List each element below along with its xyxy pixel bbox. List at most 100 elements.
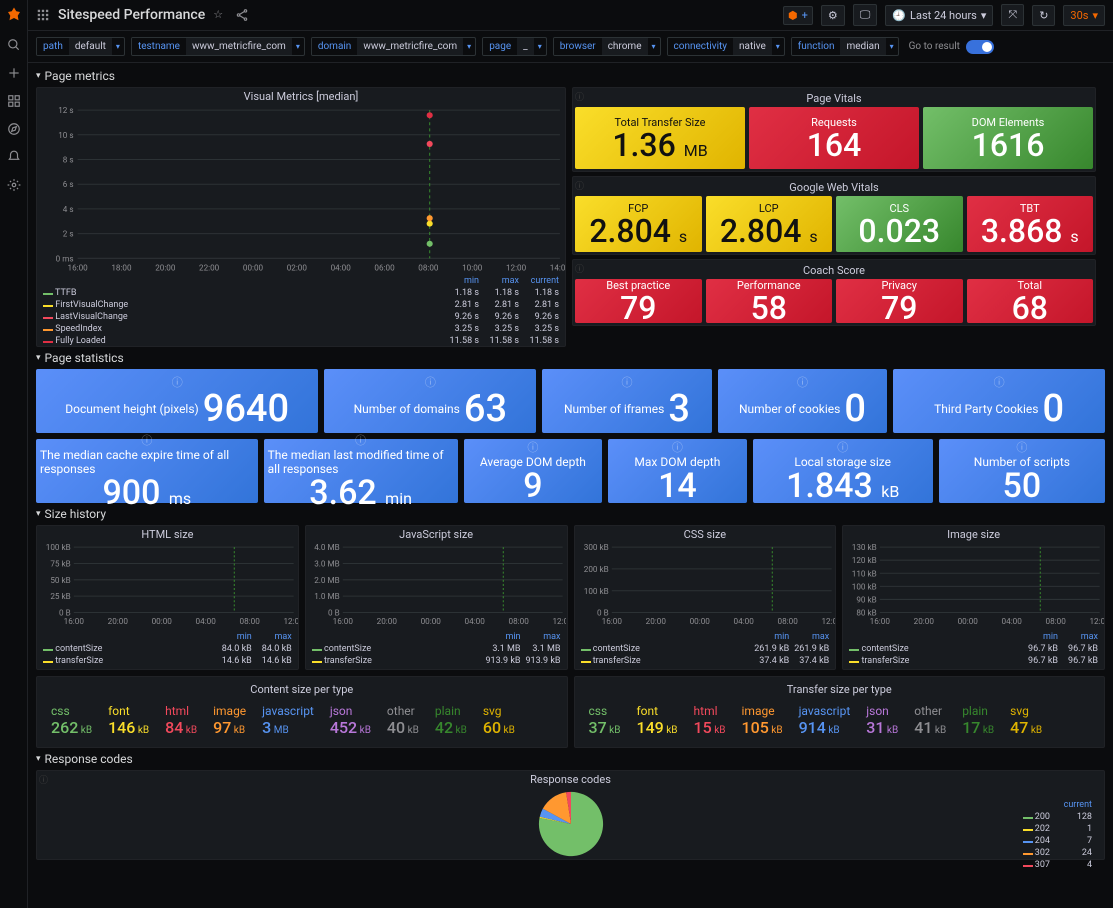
- svg-text:100 kB: 100 kB: [852, 581, 877, 591]
- type-json: json452 kB: [330, 704, 371, 737]
- type-svg: svg47 kB: [1010, 704, 1042, 737]
- panel-title[interactable]: Visual Metrics [median]: [37, 88, 565, 105]
- panel-page-vitals: ⓘ Page Vitals Total Transfer Size1.36 MB…: [572, 87, 1096, 172]
- svg-text:20:00: 20:00: [108, 616, 129, 625]
- variable-browser[interactable]: browserchrome▾: [553, 37, 661, 56]
- grafana-logo-icon[interactable]: [5, 6, 23, 24]
- type-svg: svg60 kB: [483, 704, 515, 737]
- monitor-button[interactable]: 🖵: [853, 4, 878, 26]
- stat-local-storage-size: ⓘLocal storage size1.843 kB: [753, 439, 933, 503]
- panel-title[interactable]: Content size per type: [41, 681, 563, 698]
- svg-text:08:00: 08:00: [777, 616, 798, 625]
- refresh-interval[interactable]: 30s ▾: [1063, 5, 1105, 26]
- bell-icon[interactable]: [7, 150, 21, 164]
- panel-title[interactable]: Transfer size per type: [579, 681, 1101, 698]
- variable-page[interactable]: page_▾: [482, 37, 547, 56]
- type-plain: plain42 kB: [435, 704, 467, 737]
- svg-text:12 s: 12 s: [58, 105, 73, 115]
- svg-text:12:00: 12:00: [821, 616, 835, 625]
- type-image: image105 kB: [742, 704, 783, 737]
- star-icon[interactable]: ☆: [213, 8, 227, 22]
- stat-performance: Performance58: [706, 279, 833, 323]
- explore-icon[interactable]: [7, 122, 21, 136]
- stat-the-median-last-modi: ⓘThe median last modified time of all re…: [264, 439, 458, 503]
- panel-html-size: HTML size0 B25 kB50 kB75 kB100 kB16:0020…: [36, 525, 299, 670]
- panel-content-size-per-type: Content size per type css262 kBfont146 k…: [36, 676, 568, 748]
- type-javascript: javascript914 kB: [799, 704, 851, 737]
- variable-connectivity[interactable]: connectivitynative▾: [667, 37, 785, 56]
- dashboards-icon[interactable]: [7, 94, 21, 108]
- row-header-page-metrics[interactable]: ▾Page metrics: [36, 65, 1105, 87]
- stat-the-median-cache-exp: ⓘThe median cache expire time of all res…: [36, 439, 258, 503]
- svg-text:200 kB: 200 kB: [583, 564, 608, 574]
- svg-text:2 s: 2 s: [63, 229, 74, 239]
- refresh-interval-label: 30s: [1070, 9, 1088, 22]
- time-picker[interactable]: 🕘 Last 24 hours ▾: [885, 5, 993, 26]
- svg-text:00:00: 00:00: [152, 616, 173, 625]
- row-header-response-codes[interactable]: ▾Response codes: [36, 748, 1105, 770]
- svg-text:120 kB: 120 kB: [852, 555, 877, 565]
- gear-icon[interactable]: [7, 178, 21, 192]
- variable-testname[interactable]: testnamewww_metricfire_com▾: [131, 37, 305, 56]
- row-title: Size history: [45, 507, 106, 521]
- panel-title[interactable]: Page Vitals: [575, 90, 1093, 107]
- plus-icon[interactable]: [7, 66, 21, 80]
- panel-title[interactable]: Response codes: [37, 771, 1104, 788]
- stat-average-dom-depth: ⓘAverage DOM depth9: [464, 439, 603, 503]
- panel-google-vitals: ⓘ Google Web Vitals FCP2.804 sLCP2.804 s…: [572, 176, 1096, 255]
- row-header-page-stats[interactable]: ▾Page statistics: [36, 347, 1105, 369]
- type-json: json31 kB: [866, 704, 898, 737]
- panel-title[interactable]: Google Web Vitals: [575, 179, 1093, 196]
- svg-text:00:00: 00:00: [420, 616, 441, 625]
- variable-function[interactable]: functionmedian▾: [791, 37, 899, 56]
- settings-button[interactable]: ⚙: [821, 5, 845, 26]
- share-icon[interactable]: [235, 8, 249, 22]
- go-to-result-toggle[interactable]: [966, 40, 994, 54]
- dashboard-title[interactable]: Sitespeed Performance: [58, 7, 205, 23]
- panel-coach-score: ⓘ Coach Score Best practice79Performance…: [572, 259, 1096, 326]
- stat-number-of-domains: ⓘNumber of domains63: [324, 369, 536, 433]
- svg-text:08:00: 08:00: [418, 263, 439, 273]
- svg-text:08:00: 08:00: [1046, 616, 1067, 625]
- refresh-button[interactable]: ↻: [1032, 5, 1055, 26]
- zoom-out-button[interactable]: ⤧: [1001, 4, 1024, 26]
- svg-text:08:00: 08:00: [508, 616, 529, 625]
- type-css: css262 kB: [51, 704, 92, 737]
- stat-number-of-scripts: ⓘNumber of scripts50: [939, 439, 1105, 503]
- svg-text:16:00: 16:00: [870, 616, 891, 625]
- panel-title[interactable]: Coach Score: [575, 262, 1093, 279]
- svg-text:20:00: 20:00: [155, 263, 176, 273]
- svg-text:300 kB: 300 kB: [583, 543, 608, 552]
- stat-total-transfer-size: Total Transfer Size1.36 MB: [575, 107, 745, 169]
- svg-text:04:00: 04:00: [733, 616, 754, 625]
- svg-text:22:00: 22:00: [199, 263, 220, 273]
- variable-domain[interactable]: domainwww_metricfire_com▾: [311, 37, 476, 56]
- svg-text:20:00: 20:00: [645, 616, 666, 625]
- stat-privacy: Privacy79: [836, 279, 963, 323]
- stat-number-of-iframes: ⓘNumber of iframes3: [542, 369, 711, 433]
- svg-text:04:00: 04:00: [464, 616, 485, 625]
- row-title: Page statistics: [45, 351, 124, 365]
- type-javascript: javascript3 MB: [262, 704, 314, 737]
- svg-text:8 s: 8 s: [63, 155, 74, 165]
- svg-text:14:00: 14:00: [550, 263, 565, 273]
- svg-text:16:00: 16:00: [64, 616, 85, 625]
- svg-text:00:00: 00:00: [243, 263, 264, 273]
- type-html: html15 kB: [694, 704, 726, 737]
- svg-text:00:00: 00:00: [689, 616, 710, 625]
- svg-text:100 kB: 100 kB: [583, 586, 608, 596]
- panel-toggle-icon[interactable]: [36, 8, 50, 22]
- svg-text:04:00: 04:00: [196, 616, 217, 625]
- search-icon[interactable]: [7, 38, 21, 52]
- topbar: Sitespeed Performance ☆ ⬢+ ⚙ 🖵 🕘 Last 24…: [28, 0, 1113, 31]
- row-header-size-history[interactable]: ▾Size history: [36, 503, 1105, 525]
- type-other: other41 kB: [914, 704, 946, 737]
- svg-text:50 kB: 50 kB: [50, 575, 70, 585]
- svg-text:20:00: 20:00: [376, 616, 397, 625]
- svg-text:16:00: 16:00: [601, 616, 622, 625]
- variable-path[interactable]: pathdefault▾: [36, 37, 125, 56]
- svg-text:16:00: 16:00: [332, 616, 353, 625]
- add-panel-button[interactable]: ⬢+: [783, 6, 813, 25]
- panel-response-codes: ⓘ Response codes current 200128 2021 204…: [36, 770, 1105, 860]
- svg-text:12:00: 12:00: [1090, 616, 1104, 625]
